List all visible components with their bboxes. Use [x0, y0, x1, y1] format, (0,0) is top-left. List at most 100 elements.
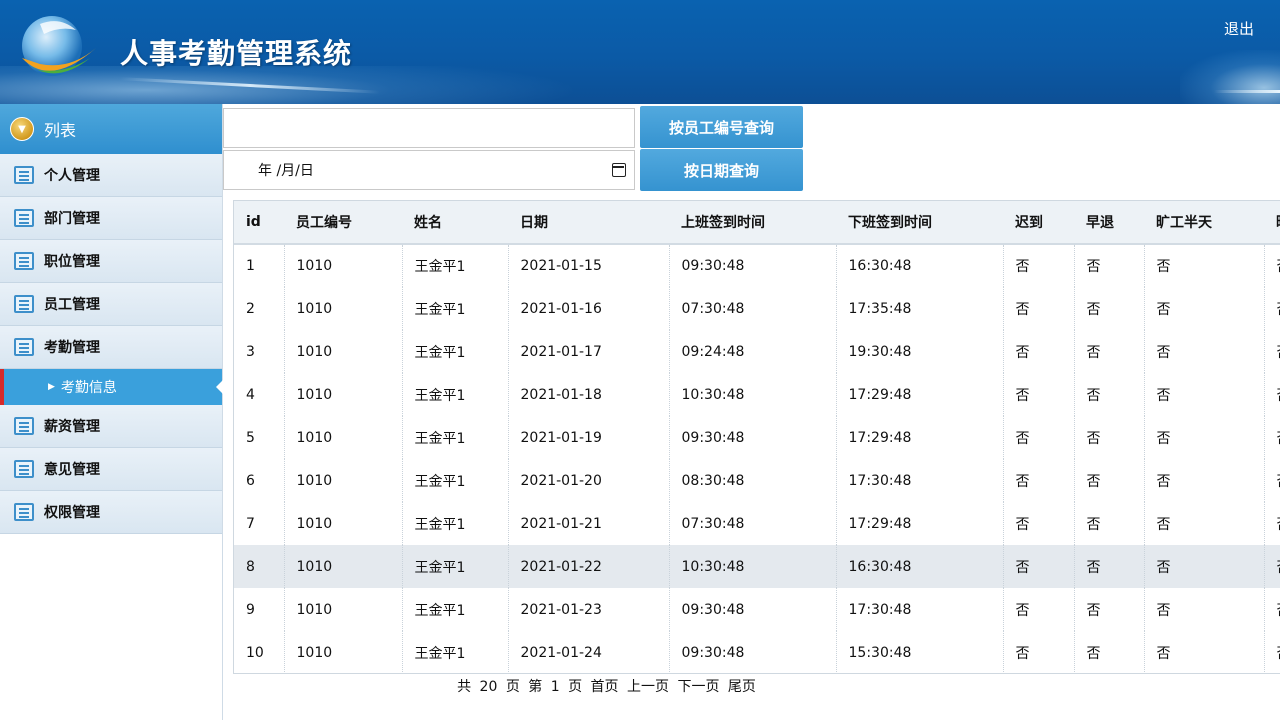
sidebar-item-department[interactable]: 部门管理 [0, 197, 222, 240]
table-cell: 否 [1263, 416, 1280, 459]
pager-last-link[interactable]: 尾页 [728, 679, 756, 695]
list-icon [14, 338, 34, 356]
table-cell: 否 [1002, 631, 1074, 673]
sidebar-item-label: 薪资管理 [44, 419, 100, 435]
table-cell: 否 [1143, 373, 1264, 416]
table-cell: 否 [1143, 631, 1264, 673]
table-row[interactable]: 11010王金平12021-01-1509:30:4816:30:48否否否否 [234, 244, 1280, 287]
table-cell: 否 [1263, 330, 1280, 373]
sidebar-header-label: 列表 [44, 121, 77, 140]
column-header: 上班签到时间 [669, 201, 836, 245]
logout-link[interactable]: 退出 [1224, 18, 1254, 39]
table-cell: 17:30:48 [835, 459, 1003, 502]
table-cell: 2021-01-21 [507, 502, 669, 545]
sidebar-item-label: 个人管理 [44, 168, 100, 184]
sidebar-item-salary[interactable]: 薪资管理 [0, 405, 222, 448]
table-cell: 王金平1 [401, 631, 508, 673]
table-cell: 17:29:48 [835, 373, 1003, 416]
attendance-table-container[interactable]: id员工编号姓名日期上班签到时间下班签到时间迟到早退旷工半天旷 11010王金平… [233, 200, 1280, 674]
table-cell: 6 [246, 472, 255, 489]
list-icon [14, 166, 34, 184]
sidebar-subitem-attendance-info[interactable]: ▶ 考勤信息 [0, 369, 223, 405]
table-cell: 否 [1002, 287, 1074, 330]
table-cell: 1010 [283, 244, 402, 287]
table-cell: 否 [1263, 502, 1280, 545]
table-row[interactable]: 101010王金平12021-01-2409:30:4815:30:48否否否否 [234, 631, 1280, 673]
table-cell: 否 [1263, 244, 1280, 287]
sidebar-item-feedback[interactable]: 意见管理 [0, 448, 222, 491]
sidebar-header[interactable]: ▼ 列表 [0, 104, 222, 154]
search-by-employee-id-button[interactable]: 按员工编号查询 [640, 106, 803, 148]
table-row[interactable]: 51010王金平12021-01-1909:30:4817:29:48否否否否 [234, 416, 1280, 459]
table-cell: 王金平1 [401, 459, 508, 502]
employee-id-search-input[interactable] [223, 108, 635, 148]
date-search-input[interactable]: 年 /月/日 [223, 150, 635, 190]
table-cell: 王金平1 [401, 502, 508, 545]
table-cell: 否 [1143, 287, 1264, 330]
table-row[interactable]: 61010王金平12021-01-2008:30:4817:30:48否否否否 [234, 459, 1280, 502]
table-cell: 17:35:48 [835, 287, 1003, 330]
column-header: 迟到 [1003, 201, 1074, 245]
table-cell: 否 [1073, 502, 1144, 545]
sidebar-item-personal[interactable]: 个人管理 [0, 154, 222, 197]
app-header: 人事考勤管理系统 退出 [0, 0, 1280, 104]
sidebar-item-position[interactable]: 职位管理 [0, 240, 222, 283]
table-cell: 07:30:48 [668, 502, 836, 545]
table-cell: 1010 [283, 373, 402, 416]
sidebar-item-employee[interactable]: 员工管理 [0, 283, 222, 326]
table-cell: 9 [246, 601, 255, 618]
table-cell: 否 [1143, 545, 1264, 588]
header-light-streak-right [1214, 90, 1280, 93]
table-row[interactable]: 31010王金平12021-01-1709:24:4819:30:48否否否否 [234, 330, 1280, 373]
table-cell: 否 [1073, 459, 1144, 502]
table-cell: 否 [1002, 459, 1074, 502]
table-cell: 否 [1263, 459, 1280, 502]
table-cell: 1010 [283, 330, 402, 373]
table-cell: 17:29:48 [835, 502, 1003, 545]
sidebar-item-label: 考勤管理 [44, 340, 100, 356]
column-header: 日期 [508, 201, 669, 245]
table-cell: 2021-01-24 [507, 631, 669, 673]
table-cell: 王金平1 [401, 373, 508, 416]
table-cell: 否 [1143, 588, 1264, 631]
table-cell: 1010 [283, 416, 402, 459]
table-cell: 09:30:48 [668, 588, 836, 631]
calendar-icon[interactable] [612, 163, 626, 177]
table-cell: 5 [246, 429, 255, 446]
pager-first-link[interactable]: 首页 [591, 679, 619, 695]
collapse-toggle-icon[interactable]: ▼ [10, 117, 34, 141]
column-header: 员工编号 [284, 201, 402, 245]
table-cell: 否 [1143, 416, 1264, 459]
table-cell: 2021-01-20 [507, 459, 669, 502]
table-row[interactable]: 21010王金平12021-01-1607:30:4817:35:48否否否否 [234, 287, 1280, 330]
table-cell: 09:30:48 [668, 244, 836, 287]
sidebar-item-permission[interactable]: 权限管理 [0, 491, 222, 534]
pager-prev-link[interactable]: 上一页 [627, 679, 669, 695]
search-by-date-button[interactable]: 按日期查询 [640, 149, 803, 191]
sidebar-item-label: 职位管理 [44, 254, 100, 270]
table-row[interactable]: 81010王金平12021-01-2210:30:4816:30:48否否否否 [234, 545, 1280, 588]
column-header: 姓名 [402, 201, 508, 245]
table-cell: 王金平1 [401, 588, 508, 631]
pager-next-link[interactable]: 下一页 [677, 679, 719, 695]
table-row[interactable]: 71010王金平12021-01-2107:30:4817:29:48否否否否 [234, 502, 1280, 545]
table-cell: 8 [234, 545, 284, 588]
table-cell: 否 [1073, 244, 1144, 287]
table-row[interactable]: 91010王金平12021-01-2309:30:4817:30:48否否否否 [234, 588, 1280, 631]
table-cell: 否 [1263, 287, 1280, 330]
table-cell: 10 [246, 644, 264, 661]
sidebar-item-label: 部门管理 [44, 211, 100, 227]
pager-page-unit-2: 页 [568, 679, 583, 695]
sidebar-item-label: 权限管理 [44, 505, 100, 521]
column-header: 早退 [1074, 201, 1144, 245]
table-cell: 2021-01-17 [507, 330, 669, 373]
app-title: 人事考勤管理系统 [120, 37, 353, 70]
table-cell: 否 [1143, 459, 1264, 502]
date-input-value: 年 /月/日 [258, 163, 314, 179]
table-cell: 17:29:48 [835, 416, 1003, 459]
table-header-row: id员工编号姓名日期上班签到时间下班签到时间迟到早退旷工半天旷 [234, 201, 1280, 245]
table-cell: 否 [1073, 631, 1144, 673]
table-row[interactable]: 41010王金平12021-01-1810:30:4817:29:48否否否否 [234, 373, 1280, 416]
list-icon [14, 460, 34, 478]
sidebar-item-attendance[interactable]: 考勤管理 [0, 326, 222, 369]
